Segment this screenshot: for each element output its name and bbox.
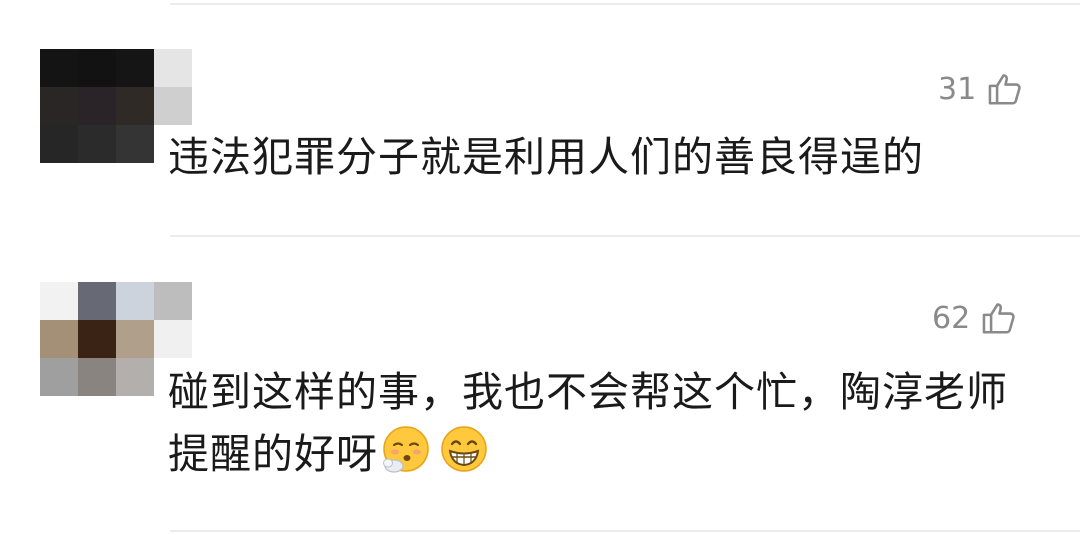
comment-text-content: 碰到这样的事，我也不会帮这个忙，陶淳老师提醒的好呀 [168,368,1008,478]
thumbs-up-icon [988,74,1021,105]
like-count: 31 [938,71,977,107]
thumbs-up-icon [982,303,1015,334]
comment-list: 31 违法犯罪分子就是利用人们的善良得逞的 62 碰到这样的事，我也不会帮这个忙… [0,0,1080,535]
comment-text: 违法犯罪分子就是利用人们的善良得逞的 [168,133,924,181]
divider-bottom [170,530,1080,532]
grinning-face-emoji-icon [438,424,490,493]
comment-item-2: 62 碰到这样的事，我也不会帮这个忙，陶淳老师提醒的好呀 [0,237,1080,530]
comment-text: 碰到这样的事，我也不会帮这个忙，陶淳老师提醒的好呀 [168,361,1048,493]
like-count: 62 [932,300,971,336]
like-button[interactable]: 31 [938,70,1024,108]
comment-item-1: 31 违法犯罪分子就是利用人们的善良得逞的 [0,0,1080,235]
sighing-face-emoji-icon [380,424,432,493]
like-button[interactable]: 62 [932,299,1018,337]
